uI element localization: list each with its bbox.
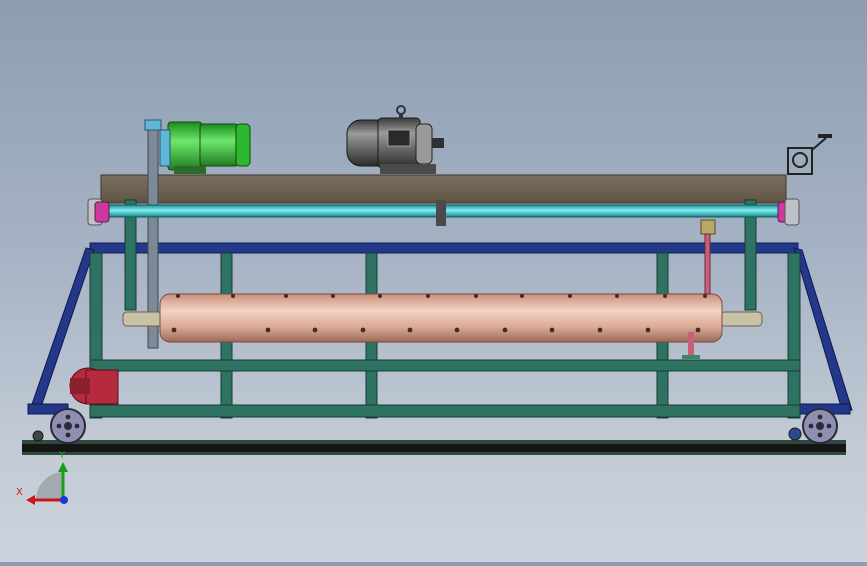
right-slanted-strut[interactable] bbox=[793, 247, 853, 415]
triad-y-label: Y bbox=[58, 450, 66, 461]
right-wheel[interactable] bbox=[802, 408, 838, 444]
triad-x-label: X bbox=[16, 487, 23, 498]
ground-rail bbox=[22, 440, 846, 455]
machine-model[interactable]: Y X bbox=[0, 0, 867, 562]
cad-viewport[interactable]: Y X bbox=[0, 0, 867, 562]
top-plate[interactable] bbox=[100, 174, 787, 204]
left-wheel[interactable] bbox=[50, 408, 86, 444]
triad-axes-icon[interactable]: Y X bbox=[16, 450, 68, 505]
upper-frame-beam[interactable] bbox=[89, 242, 799, 254]
crank-winch[interactable] bbox=[787, 134, 832, 175]
small-drive-motor[interactable] bbox=[69, 367, 119, 405]
eyebolt-icon bbox=[396, 105, 406, 119]
drum-roller[interactable] bbox=[122, 293, 763, 343]
crank-handle-icon[interactable] bbox=[811, 134, 832, 151]
electric-motor[interactable] bbox=[346, 105, 444, 174]
gear-motor[interactable] bbox=[159, 121, 251, 174]
caster-wheels bbox=[32, 427, 802, 442]
